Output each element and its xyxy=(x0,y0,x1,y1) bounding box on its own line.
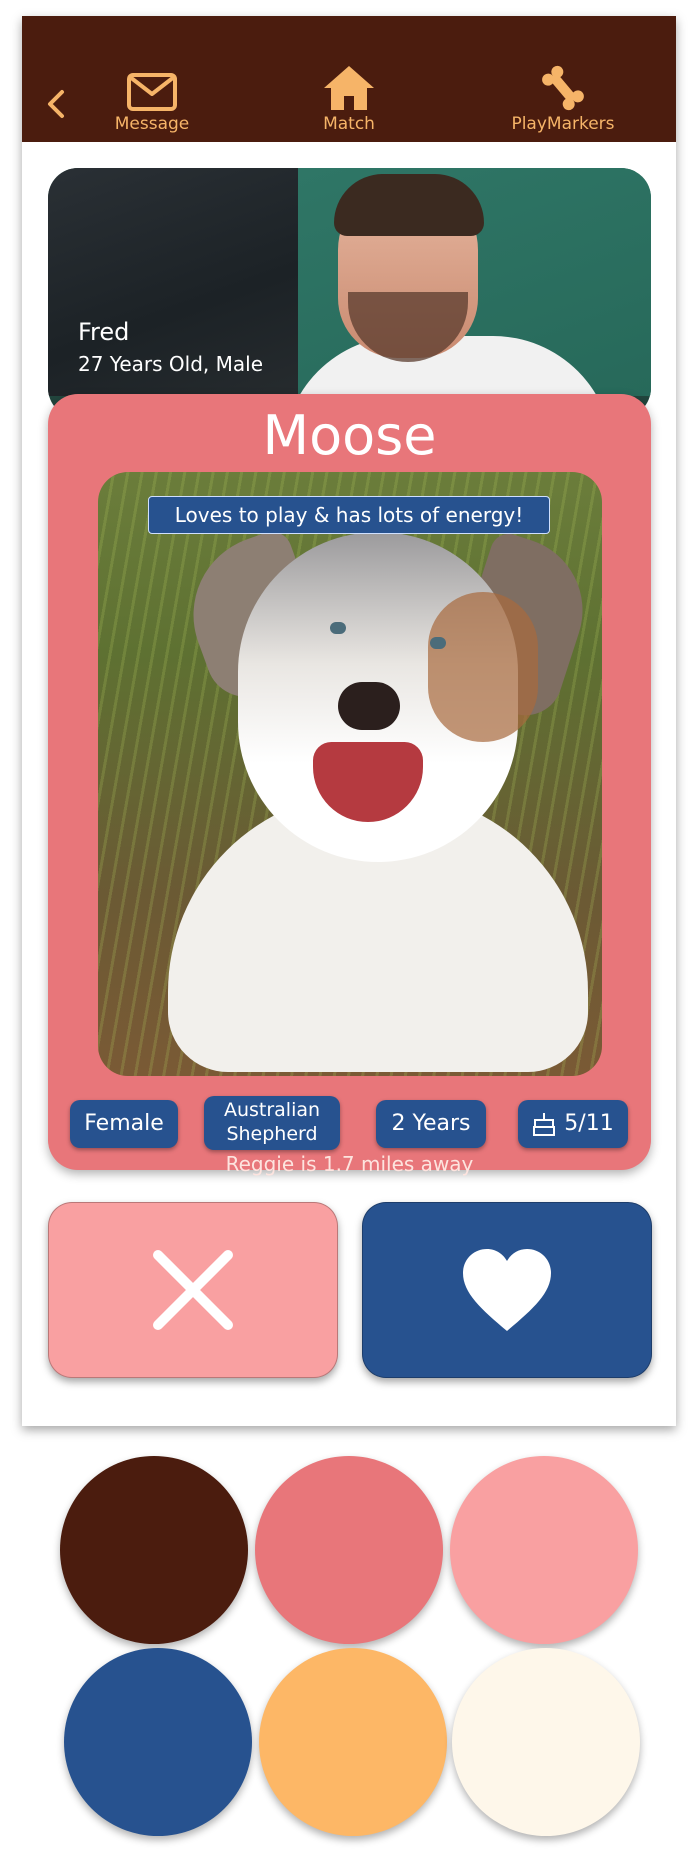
dog-photo: Loves to play & has lots of energy! xyxy=(98,472,602,1076)
pass-button[interactable] xyxy=(48,1202,338,1378)
nav-playmarkers[interactable]: PlayMarkers xyxy=(493,65,633,134)
dog-sex-badge: Female xyxy=(70,1100,178,1148)
nav-playmarkers-label: PlayMarkers xyxy=(511,114,615,134)
nav-message[interactable]: Message xyxy=(82,72,222,134)
owner-name: Fred xyxy=(78,318,130,346)
palette-swatch-blue xyxy=(64,1648,252,1836)
palette-swatch-cream xyxy=(452,1648,640,1836)
nav-match-label: Match xyxy=(323,114,375,134)
envelope-icon xyxy=(127,73,177,111)
like-button[interactable] xyxy=(362,1202,652,1378)
dog-birthday-badge: 5/11 xyxy=(518,1100,628,1148)
top-nav-bar: Message Match PlayMarkers xyxy=(22,16,676,142)
owner-age-gender: 27 Years Old, Male xyxy=(78,352,264,376)
back-chevron-icon[interactable] xyxy=(44,86,68,122)
palette-swatch-dark-brown xyxy=(60,1456,248,1644)
heart-icon xyxy=(463,1249,551,1331)
nav-message-label: Message xyxy=(114,114,190,134)
dog-breed-badge: Australian Shepherd xyxy=(204,1096,340,1150)
birthday-cake-icon xyxy=(533,1113,556,1136)
dog-name: Moose xyxy=(262,404,437,467)
dog-birthday: 5/11 xyxy=(564,1111,614,1136)
dog-age-badge: 2 Years xyxy=(376,1100,486,1148)
palette-swatch-orange xyxy=(259,1648,447,1836)
owner-profile-card[interactable]: Fred 27 Years Old, Male xyxy=(48,168,651,418)
distance-text: Reggie is 1.7 miles away xyxy=(225,1152,474,1176)
bone-icon xyxy=(542,65,584,111)
dog-breed-line2: Shepherd xyxy=(226,1123,318,1145)
nav-match[interactable]: Match xyxy=(279,66,419,134)
x-icon xyxy=(153,1250,233,1330)
palette-swatch-pink xyxy=(450,1456,638,1644)
house-icon xyxy=(324,66,374,110)
palette-swatch-coral xyxy=(255,1456,443,1644)
dog-profile-card[interactable]: Moose Loves to play & has lots of energy… xyxy=(48,394,651,1176)
dog-bio: Loves to play & has lots of energy! xyxy=(148,496,550,534)
dog-breed-line1: Australian xyxy=(223,1099,321,1121)
